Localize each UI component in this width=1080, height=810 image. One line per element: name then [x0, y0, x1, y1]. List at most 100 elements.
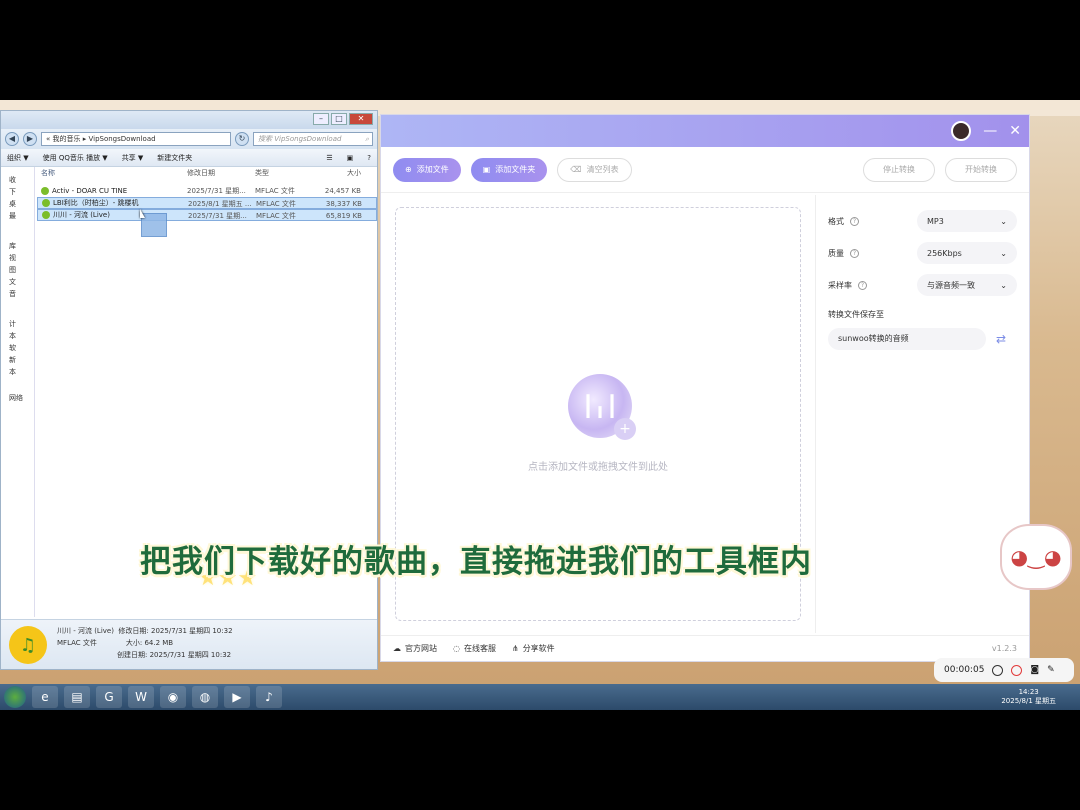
nav-item[interactable]: 桌: [1, 199, 34, 211]
taskbar-clock[interactable]: 14:23 2025/8/1 星期五: [1001, 688, 1076, 706]
navigation-pane: 收 下 桌 最 库 视 图 文 音 计 本 软 新 本 网络: [1, 167, 35, 617]
share-icon: ⋔: [511, 644, 519, 653]
close-icon[interactable]: ✕: [1009, 123, 1021, 139]
music-file-icon: [42, 211, 50, 219]
address-input[interactable]: « 我的音乐 ▸ VipSongsDownload: [41, 132, 231, 146]
file-list-header: 名称 修改日期 类型 大小: [37, 167, 377, 179]
file-explorer-icon[interactable]: ▤: [64, 686, 90, 708]
music-file-icon: [42, 199, 50, 207]
add-folder-button[interactable]: ▣ 添加文件夹: [470, 157, 548, 182]
stop-icon[interactable]: [1011, 664, 1023, 676]
stop-convert-button[interactable]: 停止转换: [863, 157, 935, 182]
share-button[interactable]: 共享 ▼: [122, 153, 144, 163]
nav-item[interactable]: 最: [1, 211, 34, 223]
chevron-down-icon: ⌄: [1000, 280, 1007, 290]
quality-select[interactable]: 256Kbps ⌄: [917, 242, 1017, 264]
sample-rate-label: 采样率: [828, 280, 852, 290]
recorder-app-icon[interactable]: ▶: [224, 686, 250, 708]
help-icon[interactable]: ?: [850, 216, 859, 226]
add-file-icon: ⊕: [405, 165, 412, 174]
nav-item[interactable]: 库: [1, 241, 34, 253]
column-name[interactable]: 名称: [41, 167, 187, 179]
trash-icon: ⌫: [570, 165, 582, 174]
clear-list-button[interactable]: ⌫ 清空列表: [557, 157, 632, 182]
organize-button[interactable]: 组织 ▼: [7, 153, 29, 163]
nav-item[interactable]: 下: [1, 187, 34, 199]
file-explorer-window: – □ ✕ ◀ ▶ « 我的音乐 ▸ VipSongsDownload ↻ 搜索…: [0, 110, 378, 670]
minimize-icon[interactable]: —: [983, 123, 997, 139]
column-date[interactable]: 修改日期: [187, 167, 255, 179]
browser-g-icon[interactable]: G: [96, 686, 122, 708]
cloud-icon: ☁: [393, 644, 401, 653]
preview-pane-icon[interactable]: ▣: [347, 154, 354, 162]
nav-item[interactable]: 文: [1, 277, 34, 289]
ie-browser-icon[interactable]: e: [32, 686, 58, 708]
share-link[interactable]: ⋔ 分享软件: [512, 643, 555, 654]
folder-open-icon[interactable]: ⇄: [996, 332, 1006, 346]
file-row-selected[interactable]: 川川 - 河流 (Live) 2025/7/31 星期... MFLAC 文件 …: [37, 209, 377, 221]
save-path-field[interactable]: sunwoo转换的音频: [828, 328, 986, 350]
screen-recorder-bar: 00:00:05 ◙ ✎: [934, 658, 1074, 682]
pause-icon[interactable]: [992, 664, 1004, 676]
detail-name: 川川 - 河流 (Live): [57, 627, 114, 635]
details-pane: ♫ 川川 - 河流 (Live) 修改日期: 2025/7/31 星期四 10:…: [1, 619, 377, 669]
nav-item[interactable]: 图: [1, 265, 34, 277]
app-footer: ☁ 官方网站 ◌ 在线客服 ⋔ 分享软件 v1.2.3: [381, 635, 1029, 661]
nav-item-network[interactable]: 网络: [1, 393, 34, 405]
nav-item[interactable]: 新: [1, 355, 34, 367]
chevron-down-icon: ⌄: [1000, 216, 1007, 226]
qq-play-button[interactable]: 使用 QQ音乐 播放 ▼: [43, 153, 108, 163]
help-icon[interactable]: ?: [858, 280, 867, 290]
format-label: 格式: [828, 216, 844, 226]
minimize-icon[interactable]: –: [313, 113, 329, 125]
cartoon-sticker-icon: ◕‿◕: [1000, 524, 1072, 590]
chat-icon: ◌: [453, 644, 460, 653]
file-row-selected[interactable]: LBI利比（时柏尘）- 跳楼机 2025/8/1 星期五 ... MFLAC 文…: [37, 197, 377, 209]
help-icon[interactable]: ?: [367, 154, 371, 162]
forward-icon[interactable]: ▶: [23, 132, 37, 146]
nav-item[interactable]: 收: [1, 175, 34, 187]
desktop: – □ ✕ ◀ ▶ « 我的音乐 ▸ VipSongsDownload ↻ 搜索…: [0, 100, 1080, 710]
close-icon[interactable]: ✕: [349, 113, 373, 125]
camera-icon[interactable]: ◙: [1030, 665, 1039, 675]
wps-icon[interactable]: W: [128, 686, 154, 708]
refresh-icon[interactable]: ↻: [235, 132, 249, 146]
maximize-icon[interactable]: □: [331, 113, 347, 125]
pen-icon[interactable]: ✎: [1047, 665, 1055, 675]
column-type[interactable]: 类型: [255, 167, 323, 179]
start-convert-button[interactable]: 开始转换: [945, 157, 1017, 182]
start-button[interactable]: [4, 686, 26, 708]
wechat-icon[interactable]: ◍: [192, 686, 218, 708]
quality-label: 质量: [828, 248, 844, 258]
format-select[interactable]: MP3 ⌄: [917, 210, 1017, 232]
search-icon: ⌕: [365, 135, 369, 143]
nav-item[interactable]: 软: [1, 343, 34, 355]
taskbar: e ▤ G W ◉ ◍ ▶ ♪ 14:23 2025/8/1 星期五: [0, 684, 1080, 710]
converter-app-icon[interactable]: ♪: [256, 686, 282, 708]
new-folder-button[interactable]: 新建文件夹: [157, 153, 192, 163]
view-options-icon[interactable]: ☰: [326, 154, 332, 162]
qq-icon[interactable]: ◉: [160, 686, 186, 708]
nav-item[interactable]: 视: [1, 253, 34, 265]
back-icon[interactable]: ◀: [5, 132, 19, 146]
explorer-toolbar: 组织 ▼ 使用 QQ音乐 播放 ▼ 共享 ▼ 新建文件夹 ☰ ▣ ?: [1, 149, 377, 167]
address-bar-row: ◀ ▶ « 我的音乐 ▸ VipSongsDownload ↻ 搜索 VipSo…: [1, 129, 377, 149]
recorder-time: 00:00:05: [944, 665, 985, 675]
help-icon[interactable]: ?: [850, 248, 859, 258]
qq-music-file-icon: ♫: [9, 626, 47, 664]
nav-item[interactable]: 计: [1, 319, 34, 331]
app-titlebar[interactable]: — ✕: [381, 115, 1029, 147]
nav-item[interactable]: 本: [1, 367, 34, 379]
column-size[interactable]: 大小: [323, 167, 361, 179]
add-file-button[interactable]: ⊕ 添加文件: [393, 157, 461, 182]
nav-item[interactable]: 本: [1, 331, 34, 343]
website-link[interactable]: ☁ 官方网站: [393, 643, 437, 654]
sample-rate-select[interactable]: 与源音频一致 ⌄: [917, 274, 1017, 296]
file-row[interactable]: Activ - DOAR CU TINE 2025/7/31 星期... MFL…: [37, 185, 377, 197]
search-input[interactable]: 搜索 VipSongsDownload ⌕: [253, 132, 373, 146]
support-link[interactable]: ◌ 在线客服: [453, 643, 496, 654]
mouse-cursor-icon: [140, 209, 145, 218]
explorer-titlebar[interactable]: – □ ✕: [1, 111, 377, 129]
avatar[interactable]: [951, 121, 972, 141]
nav-item[interactable]: 音: [1, 289, 34, 301]
